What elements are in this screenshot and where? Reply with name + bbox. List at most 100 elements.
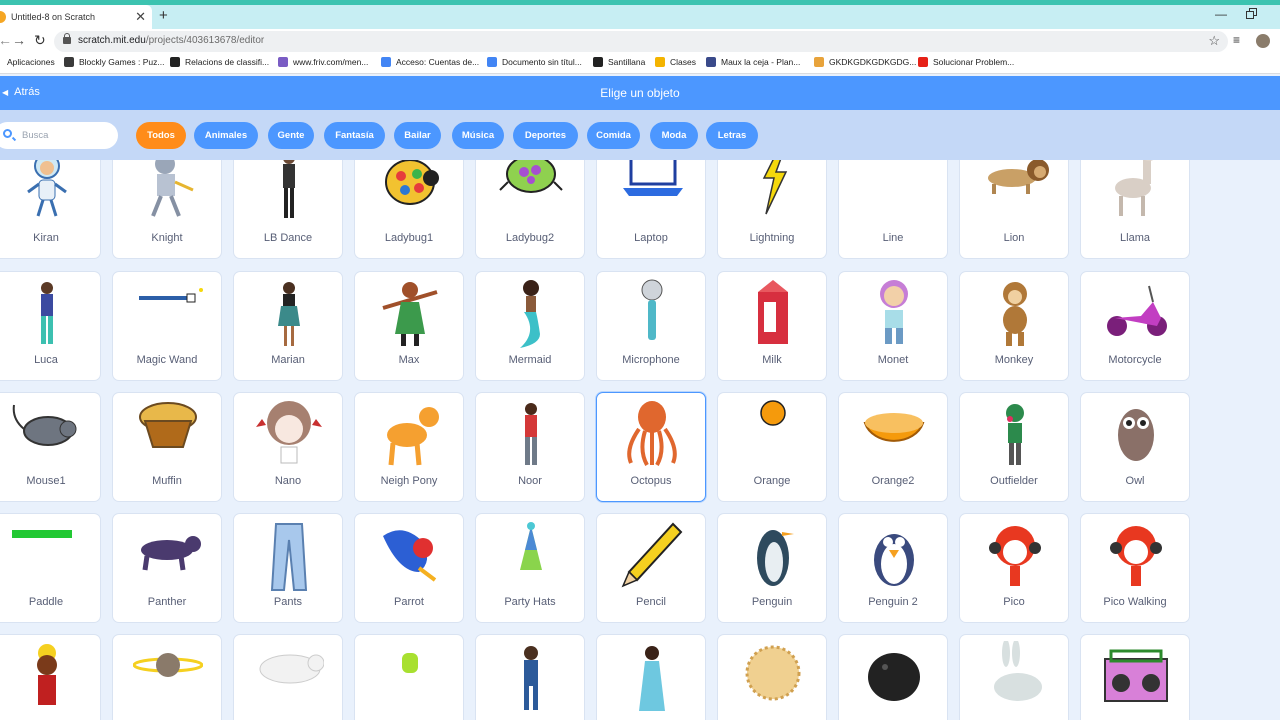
bookmark-item[interactable]: www.friv.com/men...	[278, 57, 368, 67]
sprite-card-r4c0[interactable]	[0, 634, 101, 720]
bookmark-item[interactable]: Blockly Games : Puz...	[64, 57, 165, 67]
category-chip-deportes[interactable]: Deportes	[513, 122, 578, 149]
browser-tabbar: Untitled-8 on Scratch ✕ + —	[0, 5, 1280, 29]
sprite-card-pico-walking[interactable]: Pico Walking	[1080, 513, 1190, 623]
bookmark-item[interactable]: Santillana	[593, 57, 645, 67]
profile-avatar[interactable]	[1256, 34, 1270, 48]
sprite-card-paddle[interactable]: Paddle	[0, 513, 101, 623]
reload-icon[interactable]: ↻	[34, 32, 46, 49]
sprite-card-noor[interactable]: Noor	[475, 392, 585, 502]
filter-bar: Todos Animales Gente Fantasía Bailar Música De…	[0, 110, 1280, 160]
new-tab-icon[interactable]: +	[159, 7, 168, 24]
category-chip-bailar[interactable]: Bailar	[394, 122, 441, 149]
sprite-card-pants[interactable]: Pants	[233, 513, 343, 623]
bookmark-item[interactable]: Acceso: Cuentas de...	[381, 57, 479, 67]
sprite-card-r4c7[interactable]	[838, 634, 948, 720]
bookmark-item[interactable]: Aplicaciones	[7, 57, 55, 67]
sprite-card-r4c3[interactable]	[354, 634, 464, 720]
sprite-card-party-hats[interactable]: Party Hats	[475, 513, 585, 623]
scratch-favicon-icon	[0, 11, 6, 23]
category-chip-música[interactable]: Música	[452, 122, 504, 149]
sprite-card-pencil[interactable]: Pencil	[596, 513, 706, 623]
address-bar[interactable]: scratch.mit.edu/projects/403613678/edito…	[54, 31, 1228, 52]
sprite-card-r4c5[interactable]	[596, 634, 706, 720]
sprite-card-penguin-2[interactable]: Penguin 2	[838, 513, 948, 623]
sprite-card-lightning[interactable]: Lightning	[717, 160, 827, 259]
sprite-card-parrot[interactable]: Parrot	[354, 513, 464, 623]
search-icon	[3, 129, 12, 138]
sprite-card-knight[interactable]: Knight	[112, 160, 222, 259]
sprite-card-r4c1[interactable]	[112, 634, 222, 720]
sprite-card-orange2[interactable]: Orange2	[838, 392, 948, 502]
category-chip-fantasía[interactable]: Fantasía	[324, 122, 385, 149]
sprite-card-outfielder[interactable]: Outfielder	[959, 392, 1069, 502]
bookmark-item[interactable]: Solucionar Problem...	[918, 57, 1014, 67]
sprite-card-kiran[interactable]: Kiran	[0, 160, 101, 259]
sprite-card-lb-dance[interactable]: LB Dance	[233, 160, 343, 259]
category-chip-comida[interactable]: Comida	[587, 122, 640, 149]
forward-arrow-icon[interactable]: →	[12, 32, 26, 48]
back-arrow-icon[interactable]: ←	[0, 32, 12, 48]
sprite-card-muffin[interactable]: Muffin	[112, 392, 222, 502]
sprite-card-ladybug1[interactable]: Ladybug1	[354, 160, 464, 259]
sprite-card-neigh-pony[interactable]: Neigh Pony	[354, 392, 464, 502]
monet-sprite-icon	[880, 280, 908, 344]
minimize-icon[interactable]: —	[1215, 7, 1227, 21]
sprite-card-llama[interactable]: Llama	[1080, 160, 1190, 259]
sprite-card-max[interactable]: Max	[354, 271, 464, 381]
bookmark-item[interactable]: Documento sin títul...	[487, 57, 582, 67]
search-box[interactable]	[0, 122, 118, 149]
sprite-card-r4c9[interactable]	[1080, 634, 1190, 720]
sprite-card-monet[interactable]: Monet	[838, 271, 948, 381]
sprite-card-line[interactable]: Line	[838, 160, 948, 259]
sprite-card-magic-wand[interactable]: Magic Wand	[112, 271, 222, 381]
category-chip-todos[interactable]: Todos	[136, 122, 186, 149]
sprite-card-lion[interactable]: Lion	[959, 160, 1069, 259]
sprite-card-milk[interactable]: Milk	[717, 271, 827, 381]
sprite-label: Penguin	[751, 596, 793, 608]
sprite-card-penguin[interactable]: Penguin	[717, 513, 827, 623]
sprite-card-r4c2[interactable]	[233, 634, 343, 720]
sprite-card-r4c6[interactable]	[717, 634, 827, 720]
neigh-pony-sprite-icon	[387, 407, 439, 466]
max-sprite-icon	[382, 282, 438, 346]
sprite-card-panther[interactable]: Panther	[112, 513, 222, 623]
sprite-card-motorcycle[interactable]: Motorcycle	[1080, 271, 1190, 381]
search-input[interactable]	[22, 127, 108, 143]
bookmark-star-icon[interactable]: ☆	[1208, 33, 1220, 49]
bookmark-item[interactable]: Clases	[655, 57, 696, 67]
parrot-sprite-icon	[383, 530, 437, 582]
sprite-card-owl[interactable]: Owl	[1080, 392, 1190, 502]
bookmark-item[interactable]: GKDKGDKGDKGDG...	[814, 57, 916, 67]
sprite-card-ladybug2[interactable]: Ladybug2	[475, 160, 585, 259]
sprite-label: Parrot	[394, 596, 424, 608]
media-control-icon[interactable]: ≡	[1233, 33, 1240, 47]
sprite-card-octopus[interactable]: Octopus	[596, 392, 706, 502]
sprite-card-mermaid[interactable]: Mermaid	[475, 271, 585, 381]
sprite-card-laptop[interactable]: Laptop	[596, 160, 706, 259]
sprite-card-luca[interactable]: Luca	[0, 271, 101, 381]
bookmark-favicon-icon	[918, 57, 928, 67]
sprite-card-orange[interactable]: Orange	[717, 392, 827, 502]
milk-sprite-icon	[758, 280, 788, 344]
category-chip-animales[interactable]: Animales	[194, 122, 258, 149]
close-tab-icon[interactable]: ✕	[135, 9, 146, 25]
sprite-grid: Kiran Knight LB Dance Ladybug1 Ladybug2 Lapto…	[0, 160, 1280, 720]
sprite-card-monkey[interactable]: Monkey	[959, 271, 1069, 381]
sprite-card-r4c8[interactable]	[959, 634, 1069, 720]
category-chip-letras[interactable]: Letras	[706, 122, 758, 149]
bookmark-item[interactable]: Maux la ceja - Plan...	[706, 57, 800, 67]
luca-sprite-icon	[41, 282, 53, 344]
sprite-card-r4c4[interactable]	[475, 634, 585, 720]
sprite-card-mouse1[interactable]: Mouse1	[0, 392, 101, 502]
category-chip-gente[interactable]: Gente	[268, 122, 314, 149]
sprite-card-pico[interactable]: Pico	[959, 513, 1069, 623]
category-chip-moda[interactable]: Moda	[650, 122, 698, 149]
sprite-card-nano[interactable]: Nano	[233, 392, 343, 502]
sprite-card-microphone[interactable]: Microphone	[596, 271, 706, 381]
browser-tab[interactable]: Untitled-8 on Scratch ✕	[0, 5, 152, 29]
restore-icon[interactable]	[1246, 8, 1257, 19]
sprite-card-marian[interactable]: Marian	[233, 271, 343, 381]
sprite-label: Muffin	[152, 475, 182, 487]
bookmark-item[interactable]: Relacions de classifi...	[170, 57, 269, 67]
